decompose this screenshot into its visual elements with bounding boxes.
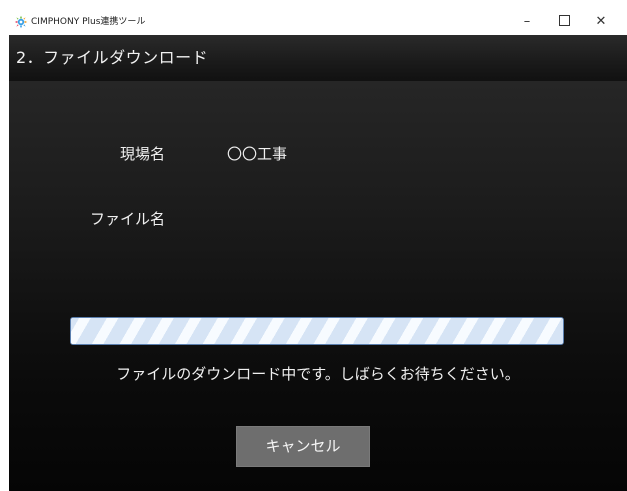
close-button[interactable]: ✕ bbox=[583, 9, 619, 35]
file-name-label: ファイル名 bbox=[89, 210, 165, 228]
minimize-icon: – bbox=[523, 14, 531, 29]
maximize-button[interactable] bbox=[546, 9, 582, 35]
step-header: 2．ファイルダウンロード bbox=[9, 35, 627, 82]
download-progress-bar bbox=[70, 317, 564, 345]
site-name-label: 現場名 bbox=[119, 145, 165, 163]
download-panel: 現場名 〇〇工事 ファイル名 ファイルのダウンロード中です。しばらくお待ちくださ… bbox=[9, 81, 627, 491]
maximize-icon bbox=[558, 15, 570, 26]
app-window: CIMPHONY Plus連携ツール – ✕ 2．ファイルダウンロード 現場名 … bbox=[9, 9, 627, 491]
close-icon: ✕ bbox=[595, 14, 607, 29]
app-logo-icon bbox=[14, 15, 28, 29]
progress-fill bbox=[71, 318, 563, 344]
step-title: 2．ファイルダウンロード bbox=[16, 48, 209, 67]
cancel-button[interactable]: キャンセル bbox=[236, 426, 370, 467]
title-bar[interactable]: CIMPHONY Plus連携ツール – ✕ bbox=[9, 9, 627, 35]
minimize-button[interactable]: – bbox=[509, 9, 545, 35]
window-title: CIMPHONY Plus連携ツール bbox=[31, 17, 146, 27]
download-status-text: ファイルのダウンロード中です。しばらくお待ちください。 bbox=[116, 365, 520, 383]
site-name-value: 〇〇工事 bbox=[227, 145, 288, 163]
